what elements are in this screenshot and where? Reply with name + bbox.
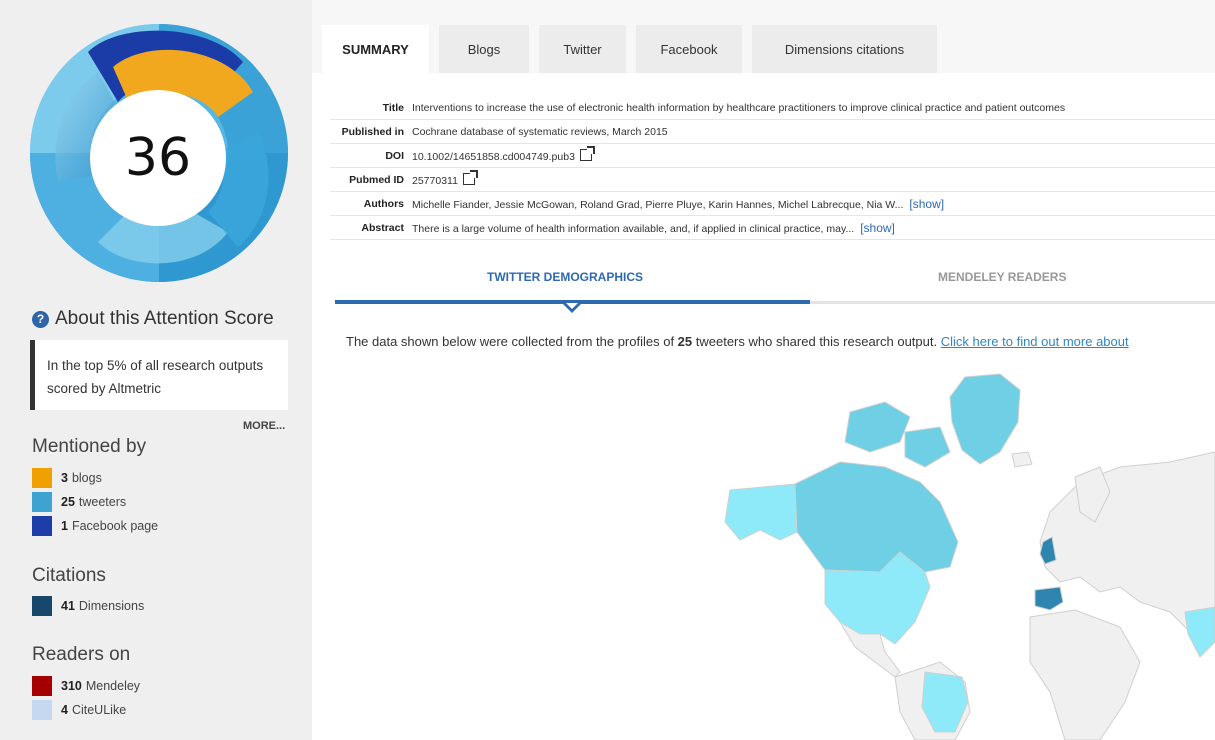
map-greenland	[949, 373, 1021, 465]
tab-facebook[interactable]: Facebook	[636, 25, 742, 73]
attention-score-value: 36	[90, 90, 226, 226]
desc-post: tweeters who shared this research output…	[692, 334, 941, 349]
pubmed-link[interactable]: 25770311	[412, 175, 458, 187]
citeulike-count: 4	[61, 703, 68, 717]
more-button[interactable]: MORE...	[243, 420, 285, 432]
citation-dimensions[interactable]: 41 Dimensions	[32, 596, 144, 616]
citeulike-swatch	[32, 700, 52, 720]
meta-key: Title	[330, 96, 408, 120]
tweeters-label: tweeters	[78, 495, 127, 509]
map-eurasia	[1039, 451, 1215, 633]
map-iceland	[1011, 451, 1033, 468]
find-out-more-link[interactable]: Click here to find out more about	[941, 334, 1129, 349]
subtab-divider	[810, 301, 1215, 304]
blogs-count: 3	[61, 471, 68, 485]
facebook-label: Facebook page	[71, 519, 159, 533]
meta-authors-cell: Michelle Fiander, Jessie McGowan, Roland…	[408, 191, 1215, 216]
meta-row-title: Title Interventions to increase the use …	[330, 96, 1215, 120]
meta-key: Abstract	[330, 215, 408, 240]
mentioned-by-heading: Mentioned by	[32, 436, 147, 457]
meta-key: DOI	[330, 143, 408, 168]
abstract-show-button[interactable]: [show]	[860, 221, 895, 235]
map-alaska	[724, 483, 798, 541]
about-attention-score-link[interactable]: ? About this Attention Score	[32, 308, 274, 330]
map-spain	[1034, 586, 1064, 611]
meta-row-doi: DOI 10.1002/14651858.cd004749.pub3	[330, 143, 1215, 168]
meta-key: Authors	[330, 191, 408, 216]
reader-citeulike[interactable]: 4 CiteULike	[32, 700, 126, 720]
meta-key: Published in	[330, 119, 408, 144]
meta-published-value: Cochrane database of systematic reviews,…	[408, 119, 1215, 144]
question-circle-icon: ?	[32, 310, 49, 328]
subtab-twitter-demographics[interactable]: TWITTER DEMOGRAPHICS	[487, 270, 643, 284]
map-arctic-islands	[844, 401, 951, 468]
dimensions-count: 41	[61, 599, 75, 613]
external-link-icon[interactable]	[462, 169, 478, 185]
desc-pre: The data shown below were collected from…	[346, 334, 678, 349]
meta-doi-cell: 10.1002/14651858.cd004749.pub3	[408, 143, 1215, 168]
map-india	[1184, 606, 1215, 658]
mention-blogs[interactable]: 3 blogs	[32, 468, 102, 488]
map-canada	[794, 461, 959, 573]
meta-row-authors: Authors Michelle Fiander, Jessie McGowan…	[330, 191, 1215, 216]
mention-tweeters[interactable]: 25 tweeters	[32, 492, 126, 512]
tab-twitter[interactable]: Twitter	[539, 25, 626, 73]
tweeters-count: 25	[61, 495, 75, 509]
about-label: About this Attention Score	[55, 308, 274, 329]
tab-blogs[interactable]: Blogs	[439, 25, 529, 73]
reader-mendeley[interactable]: 310 Mendeley	[32, 676, 140, 696]
demographics-subtabs: TWITTER DEMOGRAPHICS MENDELEY READERS	[335, 270, 1215, 313]
caret-inner	[566, 303, 578, 309]
meta-key: Pubmed ID	[330, 167, 408, 192]
subtab-mendeley-readers[interactable]: MENDELEY READERS	[938, 270, 1066, 284]
authors-show-button[interactable]: [show]	[909, 197, 944, 211]
score-context-box: In the top 5% of all research outputs sc…	[30, 340, 288, 410]
dimensions-swatch	[32, 596, 52, 616]
summary-metadata-table: Title Interventions to increase the use …	[330, 96, 1215, 240]
readers-heading: Readers on	[32, 644, 131, 665]
citations-heading: Citations	[32, 565, 106, 586]
dimensions-label: Dimensions	[78, 599, 145, 613]
desc-count: 25	[677, 334, 693, 349]
demographics-description: The data shown below were collected from…	[346, 334, 1215, 349]
meta-row-published: Published in Cochrane database of system…	[330, 119, 1215, 144]
mendeley-label: Mendeley	[85, 679, 141, 693]
mendeley-swatch	[32, 676, 52, 696]
facebook-count: 1	[61, 519, 68, 533]
tweeters-swatch	[32, 492, 52, 512]
map-africa	[1029, 609, 1141, 740]
blogs-label: blogs	[71, 471, 102, 485]
mention-facebook[interactable]: 1 Facebook page	[32, 516, 158, 536]
doi-link[interactable]: 10.1002/14651858.cd004749.pub3	[412, 151, 575, 163]
mendeley-count: 310	[61, 679, 82, 693]
citeulike-label: CiteULike	[71, 703, 127, 717]
facebook-swatch	[32, 516, 52, 536]
meta-abstract-cell: There is a large volume of health inform…	[408, 215, 1215, 240]
authors-value: Michelle Fiander, Jessie McGowan, Roland…	[412, 198, 904, 211]
meta-pubmed-cell: 25770311	[408, 167, 1215, 192]
tweeter-world-map[interactable]	[700, 372, 1215, 740]
meta-row-pubmed: Pubmed ID 25770311	[330, 167, 1215, 192]
meta-title-value: Interventions to increase the use of ele…	[408, 96, 1215, 120]
sidebar: 36 ? About this Attention Score In the t…	[0, 0, 312, 740]
tab-dimensions-citations[interactable]: Dimensions citations	[752, 25, 937, 73]
tab-summary[interactable]: SUMMARY	[322, 25, 429, 73]
blogs-swatch	[32, 468, 52, 488]
external-link-icon[interactable]	[579, 145, 595, 161]
meta-row-abstract: Abstract There is a large volume of heal…	[330, 215, 1215, 240]
abstract-value: There is a large volume of health inform…	[412, 222, 855, 235]
tab-bar: SUMMARY Blogs Twitter Facebook Dimension…	[322, 25, 947, 73]
